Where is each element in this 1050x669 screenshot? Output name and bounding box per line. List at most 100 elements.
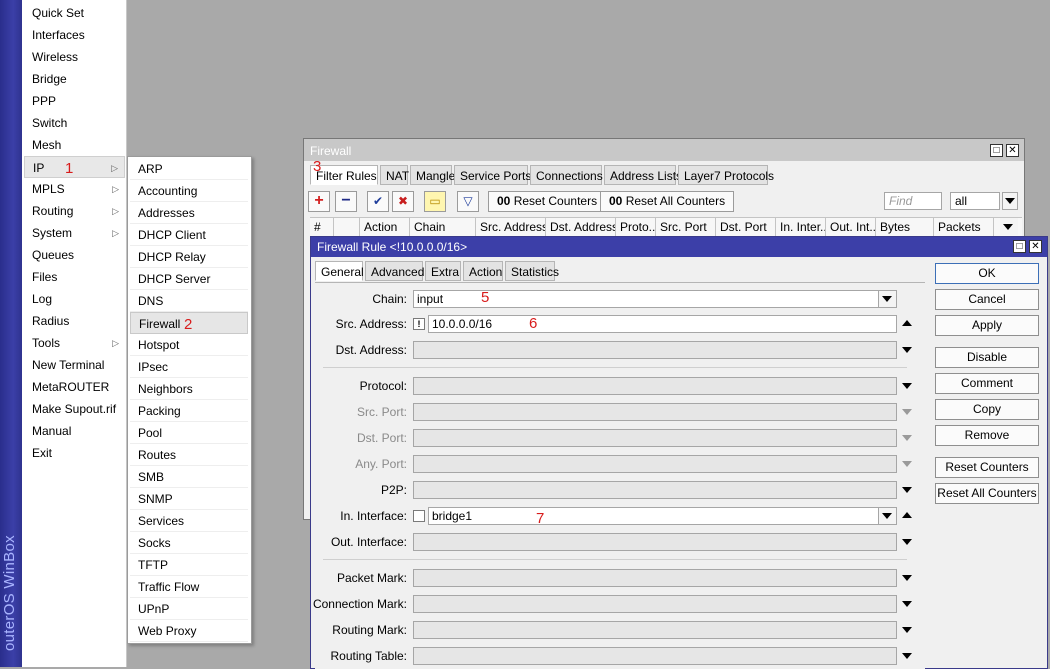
menu-item-ppp[interactable]: PPP <box>24 90 125 112</box>
menu-item-system[interactable]: System ▷ <box>24 222 125 244</box>
expand-icon[interactable] <box>902 627 912 633</box>
expand-icon[interactable] <box>902 487 912 493</box>
comment-button[interactable]: Comment <box>935 373 1039 394</box>
submenu-item-addresses[interactable]: Addresses <box>130 202 248 224</box>
submenu-item-web-proxy[interactable]: Web Proxy <box>130 620 248 642</box>
submenu-item-smb[interactable]: SMB <box>130 466 248 488</box>
copy-button[interactable]: Copy <box>935 399 1039 420</box>
menu-item-bridge[interactable]: Bridge <box>24 68 125 90</box>
expand-icon[interactable] <box>902 575 912 581</box>
column-header[interactable]: Dst. Address <box>546 218 616 236</box>
menu-item-make-supout-rif[interactable]: Make Supout.rif <box>24 398 125 420</box>
tab-service-ports[interactable]: Service Ports <box>454 165 531 185</box>
routing-mark-field[interactable] <box>413 621 897 639</box>
menu-item-files[interactable]: Files <box>24 266 125 288</box>
tab-connections[interactable]: Connections <box>530 165 603 185</box>
expand-icon[interactable] <box>902 653 912 659</box>
tab-advanced[interactable]: Advanced <box>365 261 424 281</box>
submenu-item-packing[interactable]: Packing <box>130 400 248 422</box>
tab-layer7-protocols[interactable]: Layer7 Protocols <box>678 165 774 185</box>
menu-item-ip[interactable]: IP ▷ <box>24 156 125 178</box>
submenu-item-upnp[interactable]: UPnP <box>130 598 248 620</box>
collapse-icon[interactable] <box>902 320 912 326</box>
column-header[interactable]: Out. Int... <box>826 218 876 236</box>
column-header[interactable]: Src. Port <box>656 218 716 236</box>
menu-item-queues[interactable]: Queues <box>24 244 125 266</box>
column-header[interactable]: Packets <box>934 218 994 236</box>
packet-mark-field[interactable] <box>413 569 897 587</box>
column-header[interactable]: In. Inter... <box>776 218 826 236</box>
reset-all-counters-button[interactable]: Reset All Counters <box>935 483 1039 504</box>
comment-icon[interactable]: ▭ <box>424 191 446 212</box>
scope-dropdown-button[interactable] <box>1002 192 1018 210</box>
find-input[interactable]: Find <box>884 192 942 210</box>
column-header[interactable]: Chain <box>410 218 476 236</box>
p2p-field[interactable] <box>413 481 897 499</box>
src-address-negate-checkbox[interactable]: ! <box>413 318 425 330</box>
column-header[interactable]: Bytes <box>876 218 934 236</box>
out-interface-field[interactable] <box>413 533 897 551</box>
submenu-item-routes[interactable]: Routes <box>130 444 248 466</box>
expand-icon[interactable] <box>902 347 912 353</box>
restore-icon[interactable]: □ <box>1013 240 1026 253</box>
in-interface-negate-checkbox[interactable] <box>413 510 425 522</box>
submenu-item-ipsec[interactable]: IPsec <box>130 356 248 378</box>
remove-icon[interactable]: − <box>335 191 357 212</box>
chain-dropdown-button[interactable] <box>878 291 896 307</box>
src-address-field[interactable]: 10.0.0.0/16 <box>428 315 897 333</box>
tab-extra[interactable]: Extra <box>425 261 461 281</box>
menu-item-quick-set[interactable]: Quick Set <box>24 2 125 24</box>
submenu-item-snmp[interactable]: SNMP <box>130 488 248 510</box>
protocol-field[interactable] <box>413 377 897 395</box>
column-header[interactable]: Src. Address <box>476 218 546 236</box>
add-icon[interactable]: + <box>308 191 330 212</box>
menu-item-mesh[interactable]: Mesh <box>24 134 125 156</box>
submenu-item-traffic-flow[interactable]: Traffic Flow <box>130 576 248 598</box>
in-interface-field[interactable]: bridge1 <box>428 507 897 525</box>
columns-menu-button[interactable] <box>1000 218 1018 235</box>
submenu-item-tftp[interactable]: TFTP <box>130 554 248 576</box>
menu-item-mpls[interactable]: MPLS ▷ <box>24 178 125 200</box>
remove-button[interactable]: Remove <box>935 425 1039 446</box>
submenu-item-hotspot[interactable]: Hotspot <box>130 334 248 356</box>
submenu-item-dhcp-server[interactable]: DHCP Server <box>130 268 248 290</box>
menu-item-exit[interactable]: Exit <box>24 442 125 464</box>
menu-item-log[interactable]: Log <box>24 288 125 310</box>
ok-button[interactable]: OK <box>935 263 1039 284</box>
collapse-icon[interactable] <box>902 512 912 518</box>
submenu-item-services[interactable]: Services <box>130 510 248 532</box>
apply-button[interactable]: Apply <box>935 315 1039 336</box>
tab-statistics[interactable]: Statistics <box>505 261 559 281</box>
column-header[interactable] <box>334 218 360 236</box>
tab-address-lists[interactable]: Address Lists <box>604 165 682 185</box>
submenu-item-dhcp-relay[interactable]: DHCP Relay <box>130 246 248 268</box>
scope-select[interactable]: all <box>950 192 1000 210</box>
submenu-item-arp[interactable]: ARP <box>130 158 248 180</box>
enable-icon[interactable]: ✔ <box>367 191 389 212</box>
menu-item-metarouter[interactable]: MetaROUTER <box>24 376 125 398</box>
submenu-item-pool[interactable]: Pool <box>130 422 248 444</box>
menu-item-radius[interactable]: Radius <box>24 310 125 332</box>
menu-item-switch[interactable]: Switch <box>24 112 125 134</box>
menu-item-routing[interactable]: Routing ▷ <box>24 200 125 222</box>
tab-general[interactable]: General <box>315 261 364 281</box>
connection-mark-field[interactable] <box>413 595 897 613</box>
routing-table-field[interactable] <box>413 647 897 665</box>
column-header[interactable]: Dst. Port <box>716 218 776 236</box>
disable-button[interactable]: Disable <box>935 347 1039 368</box>
expand-icon[interactable] <box>902 601 912 607</box>
submenu-item-accounting[interactable]: Accounting <box>130 180 248 202</box>
reset-all-counters-button[interactable]: 00 Reset All Counters <box>600 191 735 212</box>
filter-icon[interactable]: ▽ <box>457 191 479 212</box>
submenu-item-socks[interactable]: Socks <box>130 532 248 554</box>
close-icon[interactable]: ✕ <box>1006 144 1019 157</box>
column-header[interactable]: # <box>310 218 334 236</box>
submenu-item-dns[interactable]: DNS <box>130 290 248 312</box>
column-header[interactable]: Proto... <box>616 218 656 236</box>
reset-counters-button[interactable]: 00 Reset Counters <box>488 191 607 212</box>
close-icon[interactable]: ✕ <box>1029 240 1042 253</box>
expand-icon[interactable] <box>902 383 912 389</box>
menu-item-manual[interactable]: Manual <box>24 420 125 442</box>
cancel-button[interactable]: Cancel <box>935 289 1039 310</box>
tab-nat[interactable]: NAT <box>380 165 409 185</box>
